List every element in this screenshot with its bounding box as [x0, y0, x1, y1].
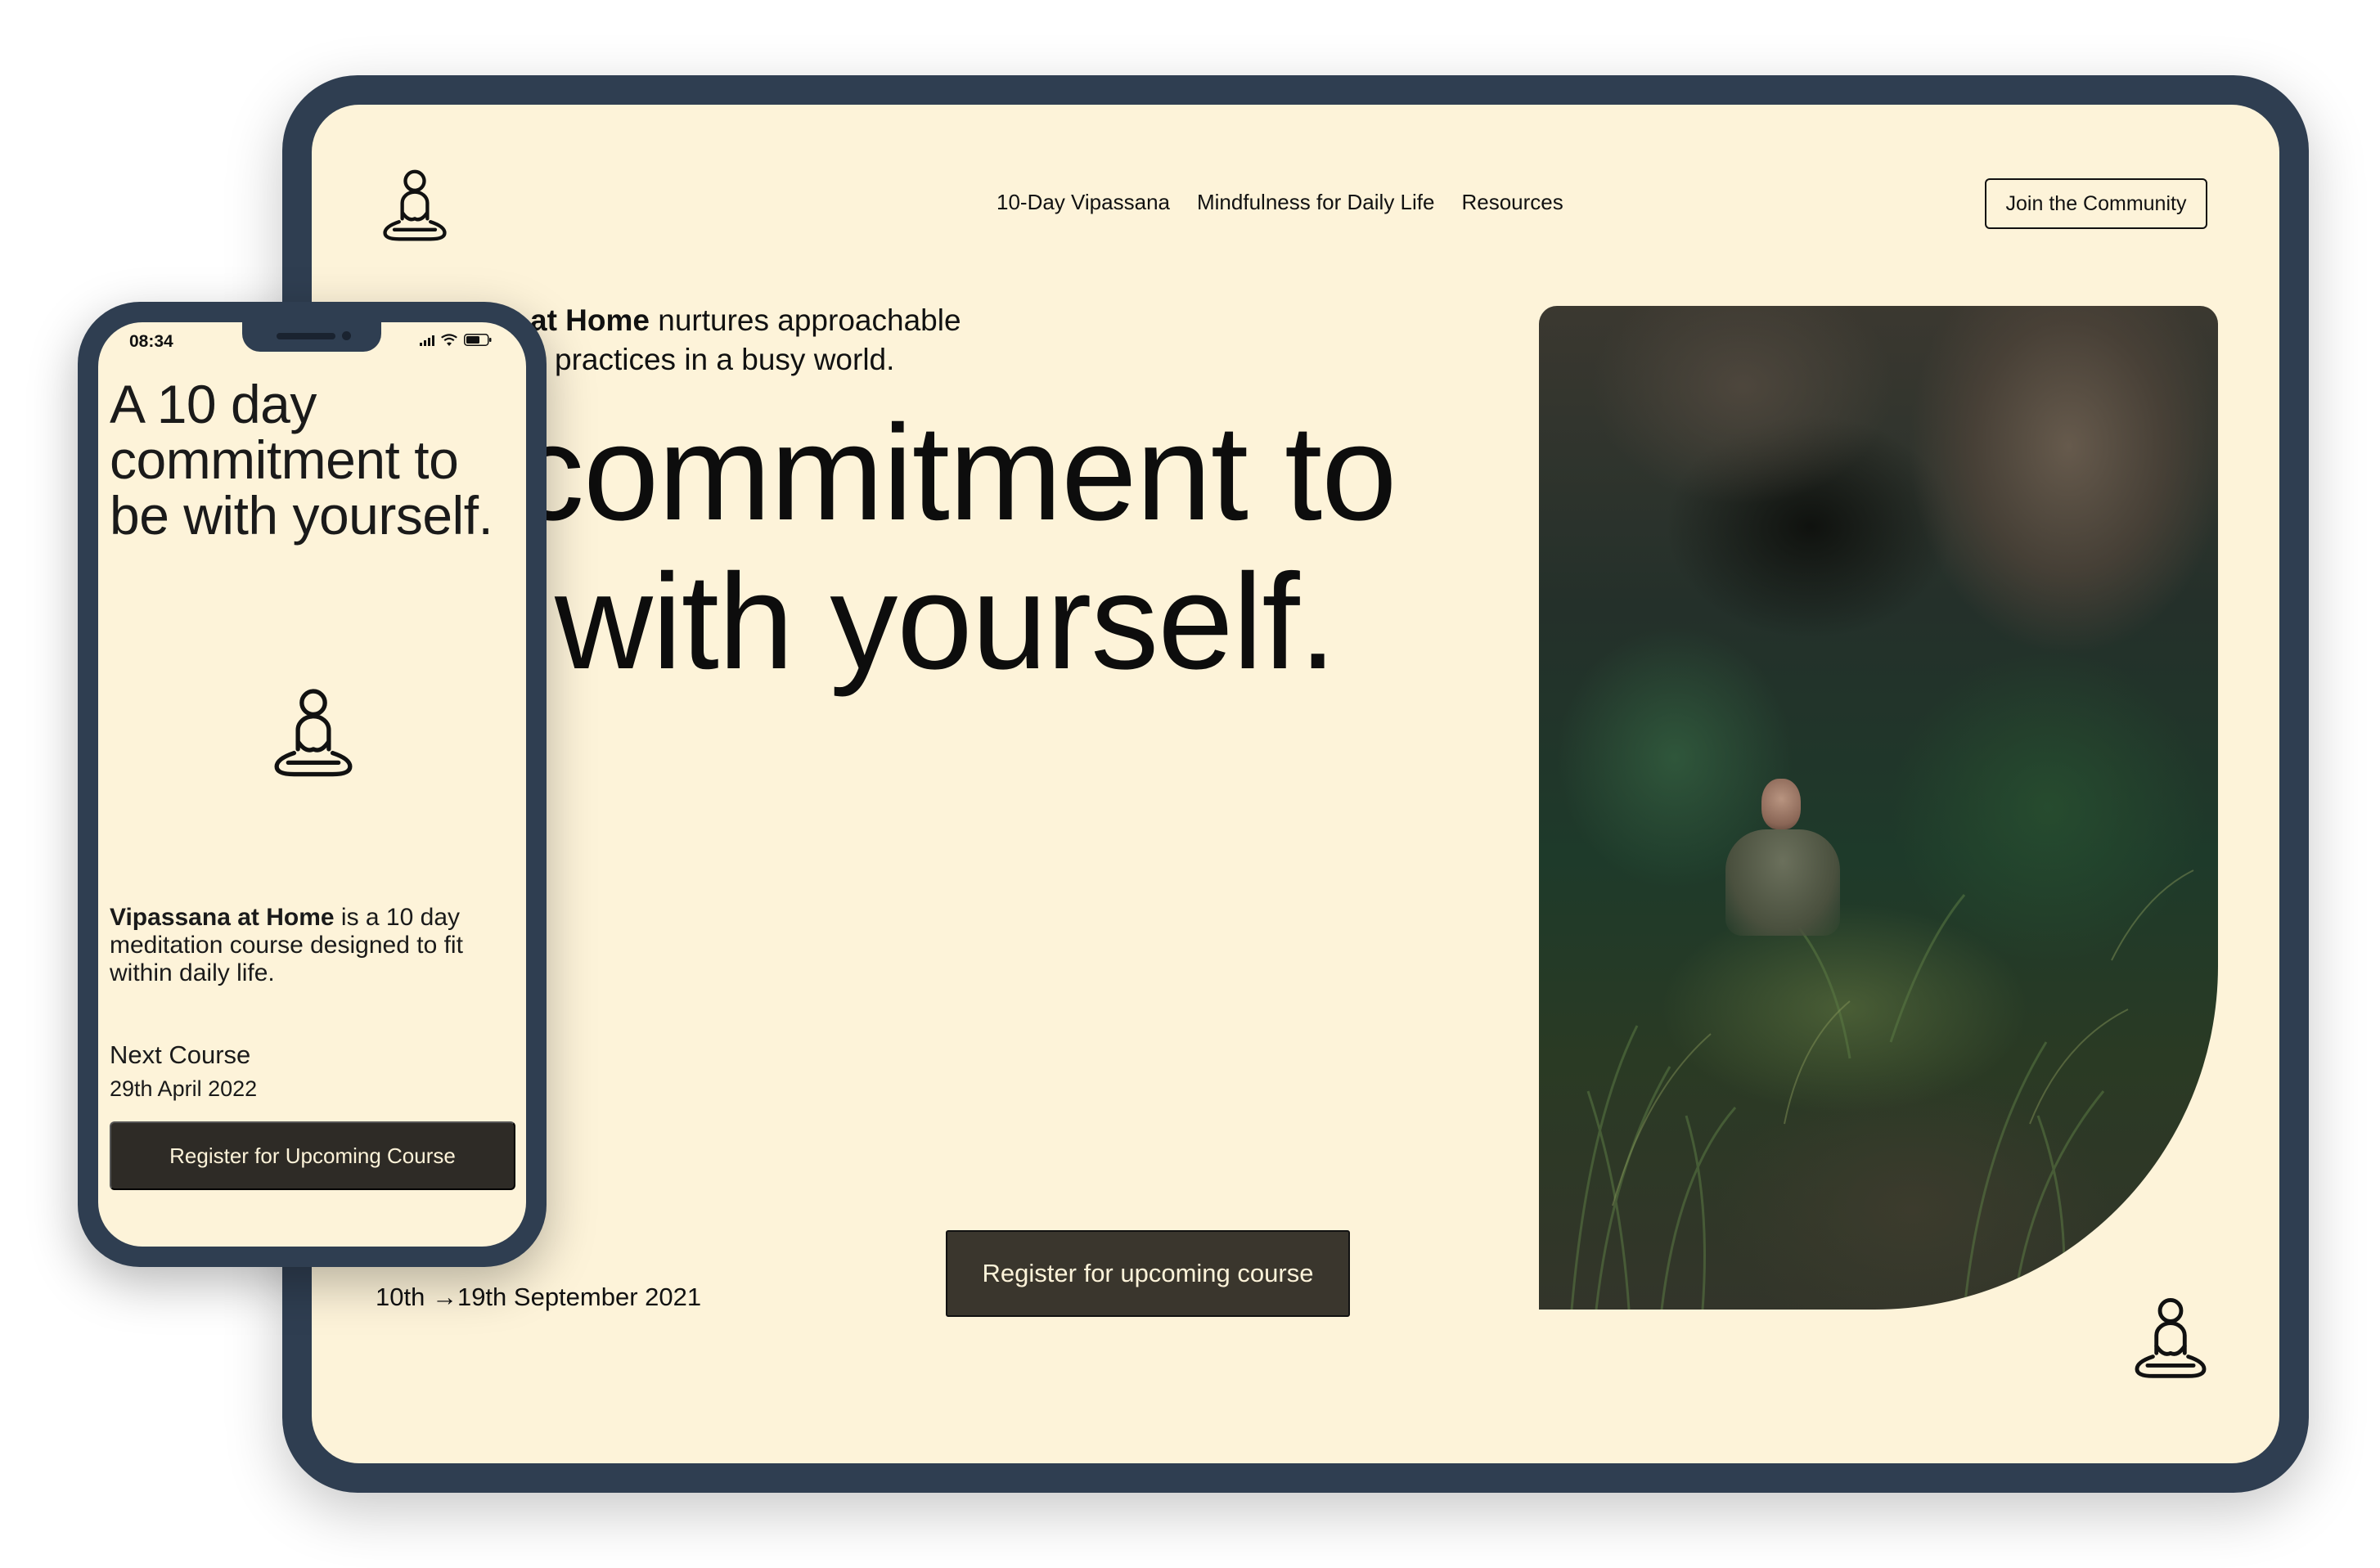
next-course-label: Next Course — [110, 1040, 251, 1069]
main-nav: 10-Day Vipassana Mindfulness for Daily L… — [997, 190, 1563, 215]
phone-notch — [242, 322, 381, 352]
headline-line1: commitment to — [516, 398, 1397, 549]
join-community-button[interactable]: Join the Community — [1985, 178, 2207, 229]
speaker-grille — [277, 333, 335, 339]
signal-icon — [420, 335, 434, 346]
course-description: Vipassana at Home is a 10 day meditation… — [110, 904, 502, 987]
front-camera — [342, 331, 351, 340]
register-upcoming-course-button[interactable]: Register for Upcoming Course — [110, 1121, 515, 1190]
person-head — [1761, 779, 1801, 829]
mobile-headline: A 10 day commitment to be with yourself. — [110, 374, 493, 546]
course-date-range: 10th →19th September 2021 — [376, 1283, 702, 1311]
meditating-person-icon — [265, 685, 362, 782]
desktop-page: 10-Day Vipassana Mindfulness for Daily L… — [312, 105, 2279, 1463]
mobile-page: 08:34 A 10 day commitment to be with you… — [98, 322, 526, 1247]
headline-line2: with yourself. — [555, 546, 1337, 698]
description-bold: Vipassana at Home — [110, 904, 335, 931]
nav-resources[interactable]: Resources — [1461, 190, 1563, 215]
meditating-person-icon[interactable] — [376, 167, 454, 245]
nav-mindfulness[interactable]: Mindfulness for Daily Life — [1197, 190, 1434, 215]
hero-photo — [1539, 306, 2218, 1310]
status-time: 08:34 — [129, 332, 173, 351]
tablet-device: 10-Day Vipassana Mindfulness for Daily L… — [282, 75, 2309, 1493]
nav-10-day-vipassana[interactable]: 10-Day Vipassana — [997, 190, 1170, 215]
intro-bold: at Home — [530, 303, 650, 337]
intro-line2: practices in a busy world. — [555, 343, 895, 376]
meditating-person-icon — [2126, 1295, 2215, 1383]
phone-device: 08:34 A 10 day commitment to be with you… — [78, 302, 547, 1267]
next-course-date: 29th April 2022 — [110, 1076, 258, 1101]
register-upcoming-course-button[interactable]: Register for upcoming course — [946, 1230, 1350, 1317]
status-icons — [420, 334, 492, 346]
intro-line1: nurtures approachable — [649, 303, 961, 337]
battery-icon — [464, 334, 492, 346]
wifi-icon — [441, 334, 457, 346]
meditating-person-figure — [1725, 829, 1840, 936]
